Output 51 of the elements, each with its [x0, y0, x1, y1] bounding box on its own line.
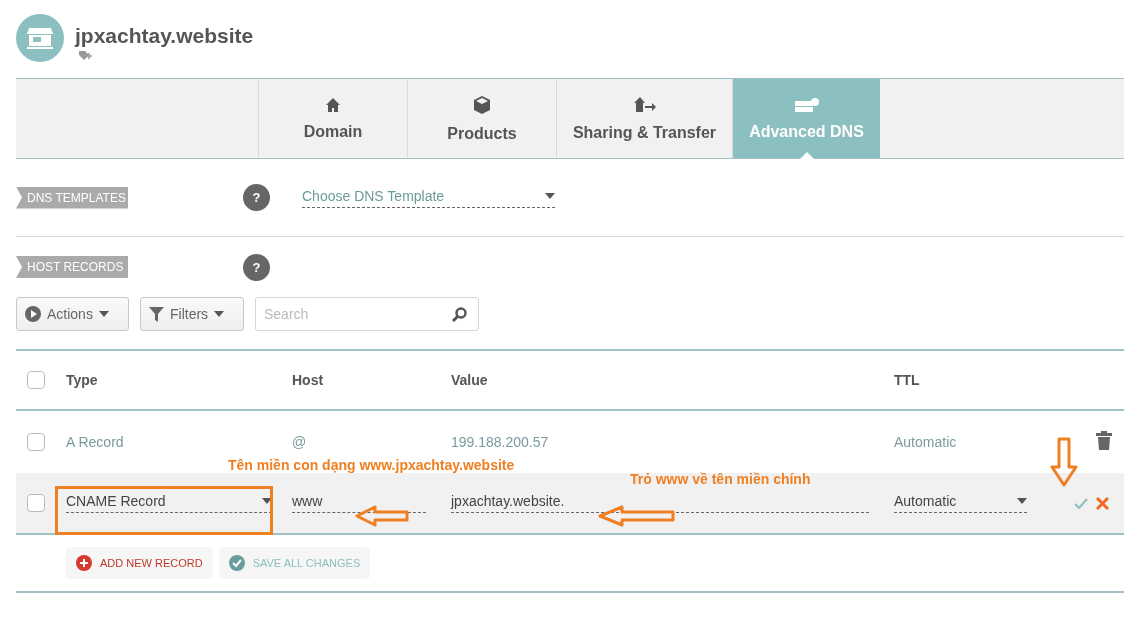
nav-tab[interactable]: Products [407, 79, 556, 158]
house-arrow-icon [632, 95, 657, 114]
caret-icon [545, 192, 555, 199]
dns-template-select[interactable]: Choose DNS Template [302, 187, 555, 208]
actions-button[interactable]: Actions [16, 297, 129, 331]
trash-icon[interactable] [1096, 430, 1112, 450]
caret-icon [214, 311, 225, 317]
section-label: HOST RECORDS [16, 256, 128, 278]
tab-pointer [799, 152, 814, 159]
domain-title: jpxachtay.website [75, 24, 254, 48]
close-icon[interactable] [1096, 496, 1109, 510]
server-icon [793, 96, 820, 113]
add-record-button[interactable]: ADD NEW RECORD [66, 547, 213, 579]
select-all-checkbox[interactable] [27, 371, 45, 389]
annotation-text: Trỏ www về tên miền chính [630, 471, 811, 487]
value-cell-text: 199.188.200.57 [451, 434, 550, 450]
section-label: DNS TEMPLATES [16, 186, 128, 209]
nav-tab[interactable]: Domain [258, 79, 407, 158]
ttl-select[interactable]: Automatic [894, 493, 1027, 513]
left-arrow [355, 505, 410, 527]
help-button[interactable]: ? [243, 184, 270, 211]
check-icon[interactable] [1074, 497, 1088, 509]
home-icon [325, 96, 341, 113]
filter-icon [149, 306, 164, 322]
help-button[interactable]: ? [243, 253, 270, 281]
add-tag-icon[interactable] [78, 50, 94, 62]
column-header: TTL [894, 372, 921, 388]
check-circle-icon [228, 555, 245, 571]
type-cell-text: A Record [66, 434, 125, 450]
value-input[interactable]: jpxachtay.website. [451, 493, 869, 513]
down-arrow [1050, 437, 1078, 487]
store-avatar-icon [16, 14, 64, 62]
column-header: Host [292, 372, 325, 388]
column-header: Type [66, 372, 99, 388]
caret-icon [1017, 498, 1027, 504]
type-select[interactable]: CNAME Record [66, 493, 272, 513]
caret-icon [98, 311, 109, 317]
row-checkbox[interactable] [27, 433, 45, 451]
search-icon [452, 307, 467, 322]
annotation-text: Tên miền con dạng www.jpxachtay.website [228, 457, 515, 473]
play-icon [25, 306, 41, 322]
plus-icon [76, 555, 92, 571]
ttl-cell-text: Automatic [894, 434, 958, 450]
column-header: Value [451, 372, 489, 388]
search-field[interactable]: Search [255, 297, 479, 331]
filters-button[interactable]: Filters [140, 297, 244, 331]
host-cell-text: @ [292, 434, 308, 450]
box-icon [472, 94, 492, 115]
host-input[interactable]: www [292, 493, 426, 513]
row-checkbox[interactable] [27, 494, 45, 512]
caret-icon [262, 498, 272, 504]
